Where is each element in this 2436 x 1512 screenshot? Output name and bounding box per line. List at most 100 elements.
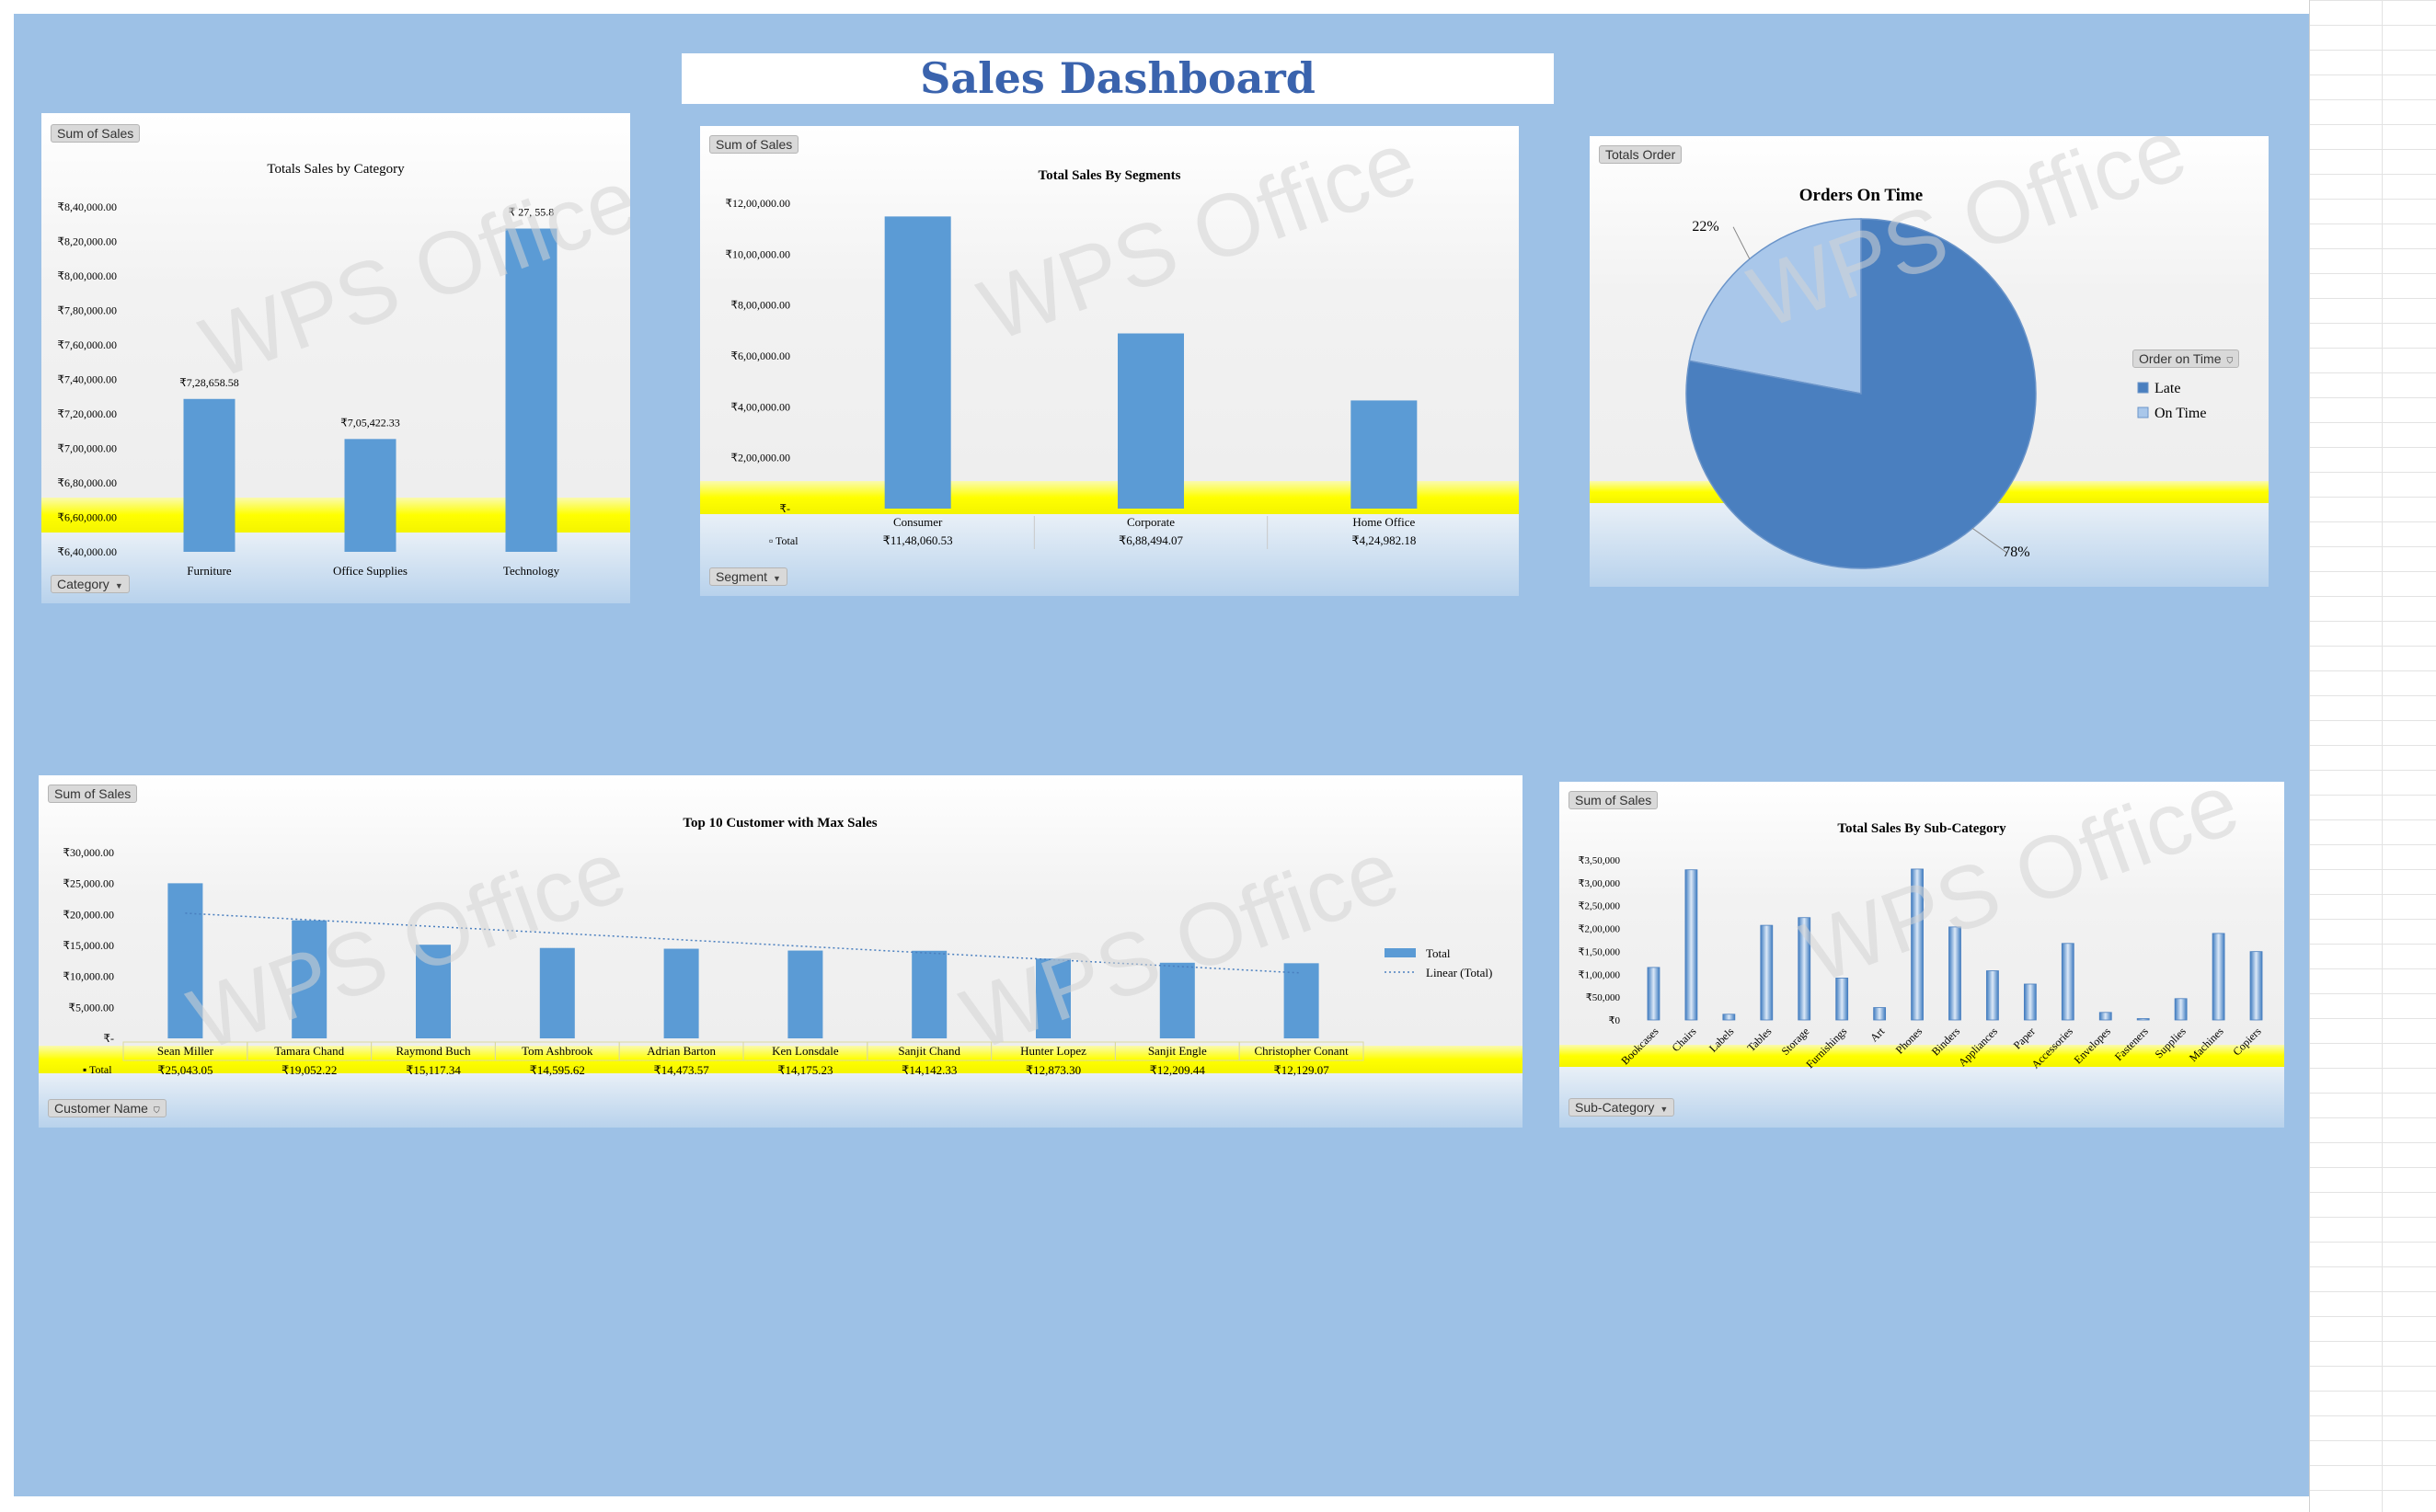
y-tick-label: ₹6,80,000.00 xyxy=(57,476,117,489)
legend-label: On Time xyxy=(2154,406,2206,421)
bar xyxy=(663,948,699,1038)
bar xyxy=(2098,1012,2112,1021)
x-tick-label: Sanjit Chand xyxy=(898,1044,960,1058)
table-value: ₹12,129.07 xyxy=(1273,1063,1329,1077)
sum-of-sales-button[interactable]: Sum of Sales xyxy=(709,135,799,154)
bar xyxy=(1647,967,1660,1021)
bar xyxy=(1722,1014,1736,1021)
legend-swatch xyxy=(2137,407,2149,418)
subcategory-bar-chart: Total Sales By Sub-Category ₹3,50,000 ₹3,0… xyxy=(1559,782,2284,1128)
chart-title: Totals Sales by Category xyxy=(267,162,405,177)
table-value: ₹15,117.34 xyxy=(406,1063,461,1077)
y-tick-label: ₹6,40,000.00 xyxy=(57,545,117,558)
y-tick-label: ₹8,20,000.00 xyxy=(57,235,117,248)
bar xyxy=(2023,983,2037,1021)
customers-chart-panel[interactable]: Sum of Sales Top 10 Customer with Max Sa… xyxy=(39,775,1522,1128)
table-value: ₹14,595.62 xyxy=(530,1063,585,1077)
chart-title: Total Sales By Segments xyxy=(1039,168,1181,183)
x-tick-label: Ken Lonsdale xyxy=(772,1044,839,1058)
x-tick-label: Tom Ashbrook xyxy=(522,1044,593,1058)
customers-bar-chart: Top 10 Customer with Max Sales ₹30,000.00… xyxy=(39,775,1522,1128)
x-tick-label: Christopher Conant xyxy=(1255,1044,1350,1058)
y-tick-label: ₹12,00,000.00 xyxy=(725,197,790,210)
filter-icon: ⛉ xyxy=(2226,356,2234,365)
segments-chart-panel[interactable]: Sum of Sales Total Sales By Segments ₹12,… xyxy=(700,126,1519,596)
y-tick-label: ₹6,60,000.00 xyxy=(57,511,117,524)
customer-name-filter-button[interactable]: Customer Name ⛉ xyxy=(48,1099,167,1117)
filter-icon: ⛉ xyxy=(153,1105,160,1115)
table-value: ₹19,052.22 xyxy=(282,1063,337,1077)
axis-button-label: Category xyxy=(57,577,109,591)
slice-label: 78% xyxy=(2003,544,2029,560)
table-value: ₹14,175.23 xyxy=(777,1063,833,1077)
sum-of-sales-button[interactable]: Sum of Sales xyxy=(1568,791,1659,809)
legend-label: Late xyxy=(2154,381,2180,396)
x-tick-label: Technology xyxy=(503,564,560,578)
table-value: ₹11,48,060.53 xyxy=(883,533,953,547)
table-value: ₹6,88,494.07 xyxy=(1119,533,1184,547)
y-tick-label: ₹1,00,000 xyxy=(1579,969,1621,980)
bar xyxy=(2212,933,2225,1021)
y-tick-label: ₹2,50,000 xyxy=(1579,901,1621,912)
y-tick-label: ₹7,00,000.00 xyxy=(57,442,117,455)
bar xyxy=(183,398,236,552)
x-tick-label: Corporate xyxy=(1127,515,1175,529)
dashboard-title-box: Sales Dashboard xyxy=(682,53,1554,104)
category-chart-panel[interactable]: Sum of Sales Totals Sales by Category ₹8,… xyxy=(41,113,630,603)
totals-order-button[interactable]: Totals Order xyxy=(1599,145,1683,164)
y-tick-label: ₹3,50,000 xyxy=(1579,855,1621,866)
axis-button-label: Segment xyxy=(716,569,768,584)
table-value: ₹12,873.30 xyxy=(1026,1063,1081,1077)
bar xyxy=(2174,998,2188,1021)
segments-bar-chart: Total Sales By Segments ₹12,00,000.00 ₹10,… xyxy=(700,126,1519,596)
x-tick-label: Raymond Buch xyxy=(396,1044,471,1058)
y-tick-label: ₹2,00,000.00 xyxy=(730,452,790,464)
table-value: ₹25,043.05 xyxy=(157,1063,213,1077)
sub-category-filter-button[interactable]: Sub-Category ▼ xyxy=(1568,1098,1675,1117)
y-tick-label: ₹2,00,000 xyxy=(1579,924,1621,935)
y-tick-label: ₹- xyxy=(103,1032,114,1045)
field-button-label: Sum of Sales xyxy=(716,137,793,152)
legend-swatch xyxy=(1385,948,1416,957)
y-tick-label: ₹10,000.00 xyxy=(63,970,114,983)
legend-button-label: Order on Time xyxy=(2139,351,2222,366)
category-bar-chart: Totals Sales by Category ₹8,40,000.00 ₹8,2… xyxy=(41,113,630,603)
legend-label: Linear (Total) xyxy=(1426,966,1492,979)
orders-chart-panel[interactable]: Totals Order Orders On Time 22% 78% Late On … xyxy=(1590,136,2269,587)
bar xyxy=(539,947,575,1038)
x-tick-label: Consumer xyxy=(893,515,943,529)
x-tick-label: Sanjit Engle xyxy=(1148,1044,1207,1058)
field-button-label: Totals Order xyxy=(1605,147,1676,162)
bar xyxy=(1283,963,1319,1038)
chart-title: Total Sales By Sub-Category xyxy=(1837,821,2006,836)
dropdown-arrow-icon: ▼ xyxy=(114,581,123,590)
sum-of-sales-button[interactable]: Sum of Sales xyxy=(48,785,138,803)
segment-filter-button[interactable]: Segment ▼ xyxy=(709,567,787,586)
dropdown-arrow-icon: ▼ xyxy=(1660,1105,1669,1114)
sum-of-sales-button[interactable]: Sum of Sales xyxy=(51,124,141,143)
x-tick-label: Furniture xyxy=(187,564,232,578)
legend-label: Total xyxy=(1426,946,1451,960)
bar xyxy=(1684,869,1698,1021)
subcategory-chart-panel[interactable]: Sum of Sales Total Sales By Sub-Category… xyxy=(1559,782,2284,1128)
table-row-label: ▫ Total xyxy=(769,534,799,547)
category-filter-button[interactable]: Category ▼ xyxy=(51,575,130,593)
axis-button-label: Sub-Category xyxy=(1575,1100,1655,1115)
y-tick-label: ₹3,00,000 xyxy=(1579,878,1621,889)
panel-footer-background xyxy=(1559,1067,2284,1128)
panel-footer-background xyxy=(39,1073,1522,1128)
field-button-label: Sum of Sales xyxy=(54,786,132,801)
y-tick-label: ₹25,000.00 xyxy=(63,877,114,890)
table-value: ₹12,209.44 xyxy=(1150,1063,1206,1077)
y-tick-label: ₹- xyxy=(779,502,790,515)
slice-label: 22% xyxy=(1692,219,1718,235)
y-tick-label: ₹50,000 xyxy=(1586,992,1621,1003)
order-on-time-filter-button[interactable]: Order on Time ⛉ xyxy=(2132,349,2240,368)
y-tick-label: ₹7,80,000.00 xyxy=(57,304,117,317)
y-tick-label: ₹7,60,000.00 xyxy=(57,338,117,351)
bar xyxy=(2061,943,2074,1021)
y-tick-label: ₹30,000.00 xyxy=(63,846,114,859)
bar xyxy=(1873,1007,1887,1021)
table-row-label: ▪ Total xyxy=(83,1063,112,1076)
legend-swatch xyxy=(2137,382,2149,394)
